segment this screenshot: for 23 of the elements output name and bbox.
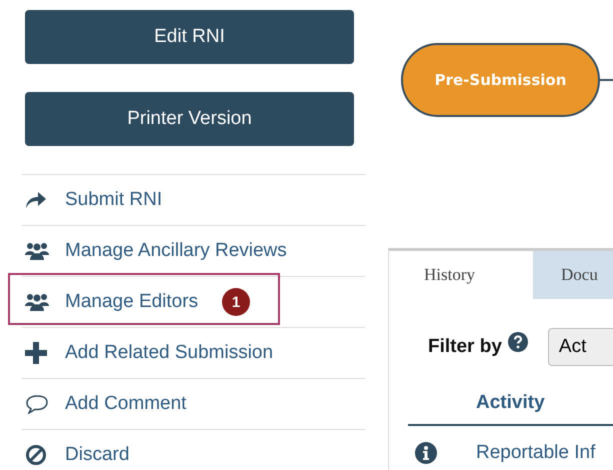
info-icon[interactable] — [415, 442, 437, 464]
callout-badge: 1 — [222, 288, 250, 316]
filter-select[interactable]: Act — [548, 328, 613, 366]
menu-link[interactable]: Submit RNI — [65, 189, 162, 211]
users-icon — [25, 292, 49, 312]
share-arrow-icon — [25, 191, 47, 209]
filter-label: Filter by — [428, 336, 502, 358]
menu-link[interactable]: Manage Editors — [65, 291, 198, 313]
plus-icon — [25, 342, 47, 364]
menu-link[interactable]: Discard — [65, 444, 130, 466]
help-icon[interactable] — [508, 332, 528, 352]
column-header[interactable]: Activity — [476, 392, 545, 413]
comment-icon — [25, 394, 49, 414]
workflow-state: Pre-Submission — [401, 43, 600, 117]
activity-link[interactable]: Reportable Inf — [476, 442, 596, 464]
action-button[interactable]: Printer Version — [25, 92, 354, 146]
menu-link[interactable]: Add Related Submission — [65, 342, 274, 364]
menu-link[interactable]: Manage Ancillary Reviews — [65, 240, 287, 262]
action-button[interactable]: Edit RNI — [25, 10, 354, 64]
tab[interactable]: Docu — [533, 251, 613, 299]
prohibited-icon — [25, 444, 47, 466]
users-icon — [25, 241, 49, 261]
menu-link[interactable]: Add Comment — [65, 393, 186, 415]
